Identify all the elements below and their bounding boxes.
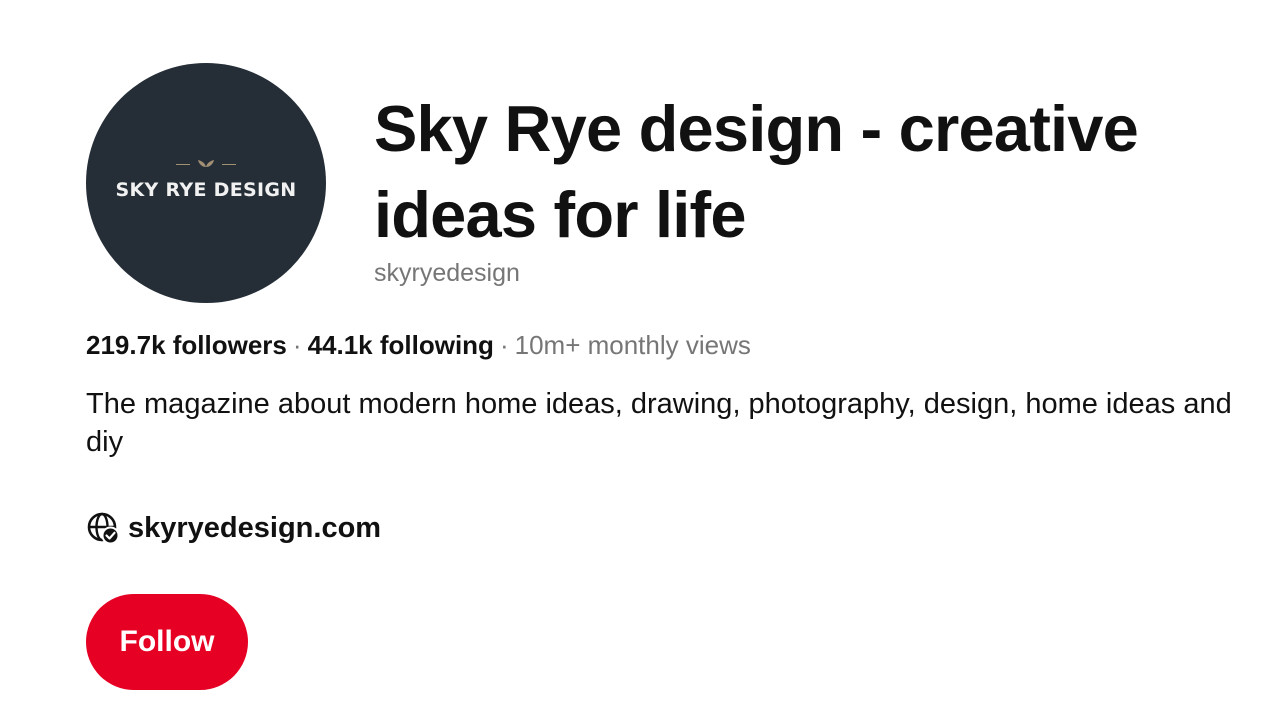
profile-description: The magazine about modern home ideas, dr… bbox=[86, 388, 1232, 458]
website-link[interactable]: skyryedesign.com bbox=[86, 510, 381, 546]
monthly-views: 10m+ monthly views bbox=[514, 330, 751, 360]
profile-stats: 219.7k followers · 44.1k following · 10m+ mo… bbox=[86, 327, 751, 363]
profile-avatar[interactable]: SKY RYE DESIGN bbox=[86, 63, 326, 303]
follow-button[interactable]: Follow bbox=[86, 594, 248, 690]
leaf-ornament-icon bbox=[176, 159, 236, 169]
verified-globe-icon bbox=[86, 511, 120, 545]
stats-separator: · bbox=[292, 330, 302, 360]
profile-username: skyryedesign bbox=[374, 259, 520, 287]
following-count[interactable]: 44.1k following bbox=[308, 330, 494, 360]
avatar-logo-text: SKY RYE DESIGN bbox=[115, 179, 297, 201]
profile-header: SKY RYE DESIGN Sky Rye design - creative… bbox=[0, 0, 1286, 712]
website-label: skyryedesign.com bbox=[128, 512, 382, 544]
stats-separator: · bbox=[499, 330, 509, 360]
profile-title: Sky Rye design - creative ideas for life bbox=[374, 92, 1139, 251]
followers-count[interactable]: 219.7k followers bbox=[86, 330, 287, 360]
